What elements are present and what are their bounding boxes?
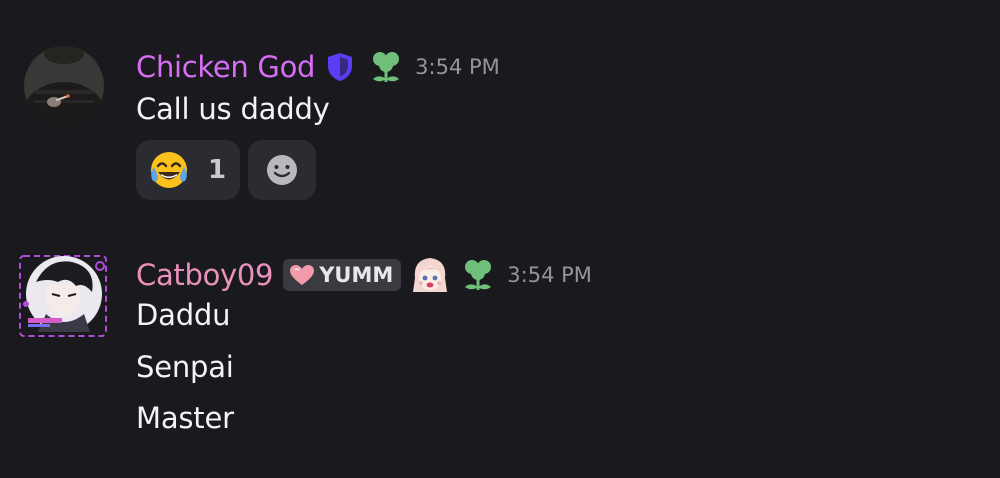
message-text: Daddu bbox=[136, 298, 231, 332]
add-reaction-button[interactable] bbox=[248, 140, 316, 200]
heart-icon bbox=[289, 264, 315, 286]
flower-badge-icon[interactable] bbox=[367, 48, 405, 86]
message-text: Call us daddy bbox=[136, 92, 330, 126]
reaction-tears-of-joy[interactable]: 1 bbox=[136, 140, 240, 200]
guild-tag-label: YUMM bbox=[319, 263, 394, 287]
reaction-bar: 1 bbox=[136, 140, 316, 200]
timestamp: 3:54 PM bbox=[507, 263, 592, 287]
message-text: Master bbox=[136, 401, 234, 435]
timestamp: 3:54 PM bbox=[415, 55, 500, 79]
message-header: Catboy09 YUMM 3:54 PM bbox=[136, 256, 592, 294]
chat-log: Chicken God 3:54 PM Call us daddy 1 Catb… bbox=[0, 0, 1000, 478]
guild-tag[interactable]: YUMM bbox=[283, 259, 402, 291]
username[interactable]: Catboy09 bbox=[136, 258, 274, 292]
username[interactable]: Chicken God bbox=[136, 50, 315, 84]
shield-icon[interactable] bbox=[325, 51, 355, 83]
tears-of-joy-emoji-icon bbox=[148, 149, 190, 191]
message-header: Chicken God 3:54 PM bbox=[136, 48, 500, 86]
message-text: Senpai bbox=[136, 350, 234, 384]
anime-girl-badge-icon[interactable] bbox=[409, 254, 451, 296]
avatar[interactable] bbox=[18, 252, 108, 342]
reaction-count: 1 bbox=[208, 155, 227, 185]
smiley-icon bbox=[265, 153, 299, 187]
flower-badge-icon[interactable] bbox=[459, 256, 497, 294]
avatar[interactable] bbox=[24, 46, 104, 126]
